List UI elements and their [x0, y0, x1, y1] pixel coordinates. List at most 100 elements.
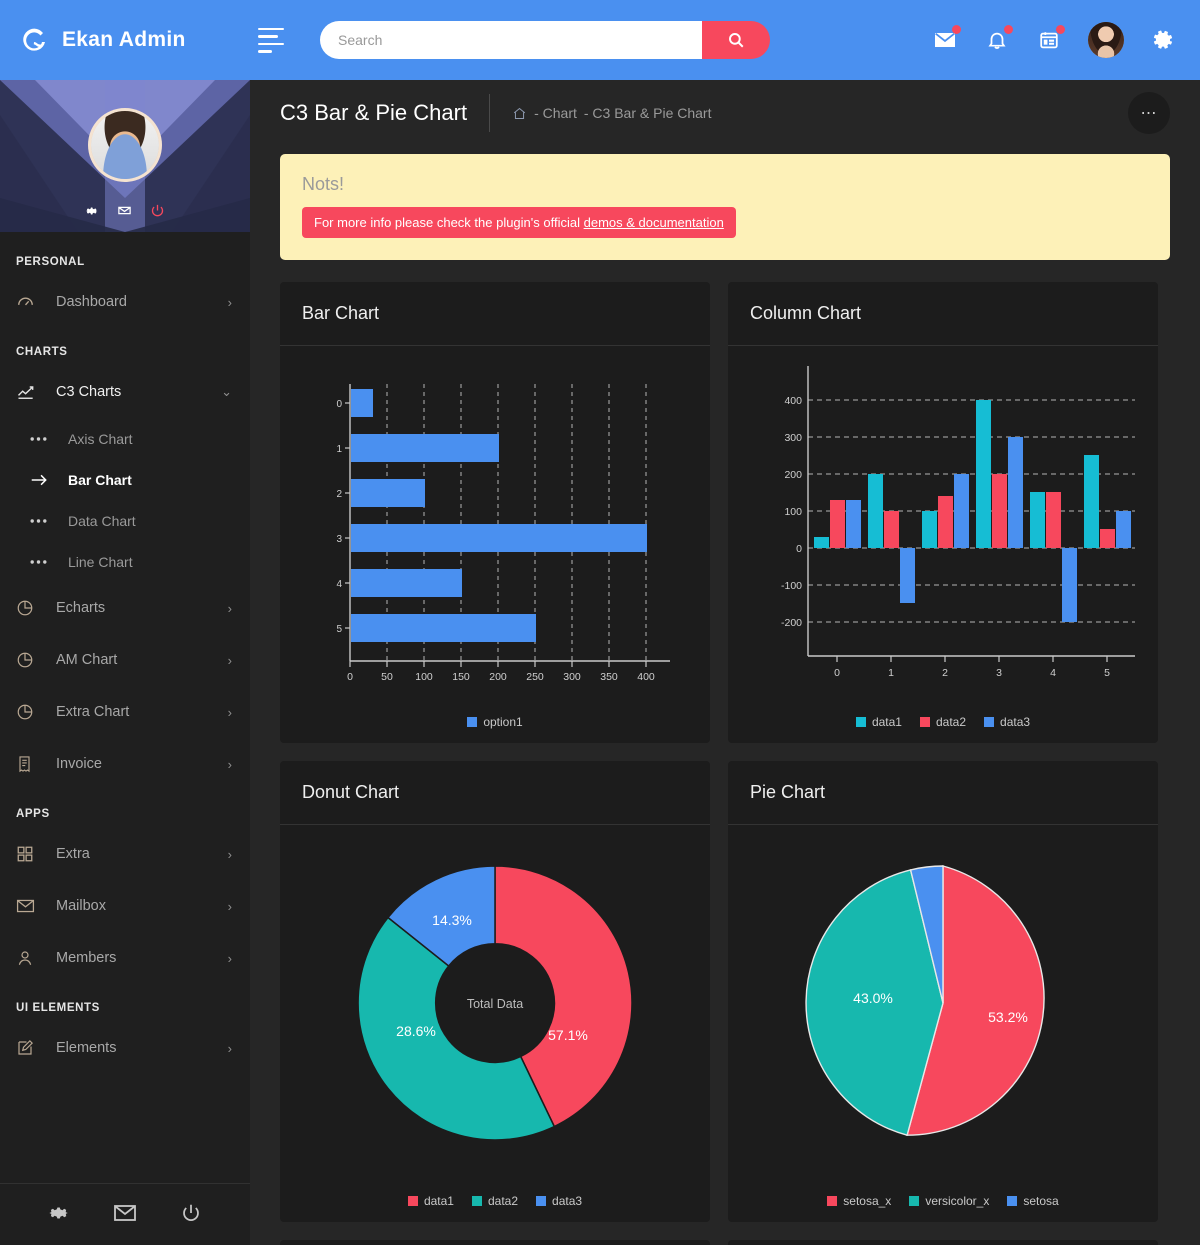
power-icon[interactable]	[180, 1202, 202, 1227]
sidebar-subitem-label: Line Chart	[68, 553, 133, 570]
gear-icon[interactable]	[48, 1202, 70, 1227]
pie-percent-setosa-x: 53.2%	[988, 1009, 1028, 1025]
home-icon[interactable]	[512, 106, 527, 121]
svg-text:200: 200	[784, 469, 802, 481]
dots-icon	[30, 559, 56, 565]
sidebar-item-dashboard[interactable]: Dashboard ›	[0, 276, 250, 328]
sidebar-item-label: Invoice	[56, 756, 102, 772]
sidebar-subitem-bar-chart[interactable]: Bar Chart	[0, 459, 250, 500]
pie-chart-legend: setosa_x versicolor_x setosa	[740, 1194, 1146, 1208]
svg-text:50: 50	[381, 671, 393, 683]
alert-title: Nots!	[302, 174, 345, 194]
legend-item-versicolor-x[interactable]: versicolor_x	[909, 1194, 989, 1208]
search-button[interactable]	[702, 21, 770, 59]
profile-avatar[interactable]	[88, 108, 162, 182]
sidebar-item-extra[interactable]: Extra ›	[0, 828, 250, 880]
sidebar-subitem-label: Axis Chart	[68, 430, 133, 447]
svg-text:0: 0	[796, 543, 802, 555]
svg-text:-200: -200	[781, 617, 802, 629]
legend-swatch	[984, 717, 995, 727]
legend-label: data1	[423, 1194, 454, 1208]
pie-chart-svg[interactable]: 53.2% 43.0%	[740, 835, 1146, 1187]
svg-text:250: 250	[526, 671, 544, 683]
top-header-bar: Ekan Admin	[0, 0, 1200, 80]
gear-icon[interactable]	[1150, 27, 1176, 53]
legend-label: setosa_x	[843, 1194, 892, 1208]
svg-text:3: 3	[996, 667, 1002, 679]
sidebar-item-echarts[interactable]: Echarts ›	[0, 582, 250, 634]
pie-icon	[16, 703, 42, 721]
donut-center-label: Total Data	[467, 997, 523, 1011]
search-bar[interactable]	[320, 21, 770, 59]
card-next-row-right	[728, 1240, 1158, 1245]
sidebar-item-c3-charts[interactable]: C3 Charts ⌄	[0, 366, 250, 418]
card-title: Column Chart	[728, 282, 1158, 346]
mail-icon[interactable]	[932, 25, 961, 53]
legend-swatch	[467, 717, 478, 727]
svg-text:300: 300	[563, 671, 581, 683]
sidebar-item-members[interactable]: Members ›	[0, 932, 250, 984]
mail-icon[interactable]	[117, 203, 132, 218]
svg-text:3: 3	[336, 534, 342, 545]
documentation-link[interactable]: demos & documentation	[584, 215, 724, 230]
sidebar-item-extra-chart[interactable]: Extra Chart ›	[0, 686, 250, 738]
legend-item-data3[interactable]: data3	[984, 715, 1030, 729]
sidebar-item-label: Dashboard	[56, 294, 127, 310]
legend-item-data1[interactable]: data1	[855, 715, 902, 729]
sidebar-subitem-axis-chart[interactable]: Axis Chart	[0, 418, 250, 459]
legend-label: setosa	[1023, 1194, 1059, 1208]
legend-item-data2[interactable]: data2	[471, 1194, 518, 1208]
legend-item-setosa-x[interactable]: setosa_x	[827, 1194, 891, 1208]
sidebar-subitem-line-chart[interactable]: Line Chart	[0, 541, 250, 582]
search-input[interactable]	[320, 21, 702, 59]
trend-icon	[16, 382, 42, 402]
donut-chart-svg[interactable]: Total Data 57.1% 28.6% 14.3%	[292, 835, 698, 1187]
svg-text:2: 2	[336, 489, 342, 500]
sidebar-item-mailbox[interactable]: Mailbox ›	[0, 880, 250, 932]
hamburger-icon[interactable]	[258, 25, 292, 55]
legend-item-data3[interactable]: data3	[536, 1194, 582, 1208]
chevron-right-icon: ›	[227, 652, 232, 668]
more-options-button[interactable]: ⋯	[1128, 92, 1170, 134]
sidebar-subitem-data-chart[interactable]: Data Chart	[0, 500, 250, 541]
breadcrumb-item-chart[interactable]: - Chart	[534, 105, 577, 121]
legend-label: option1	[483, 715, 523, 729]
bell-icon[interactable]	[984, 25, 1013, 53]
svg-text:4: 4	[336, 579, 342, 590]
legend-item-option1[interactable]: option1	[467, 715, 523, 729]
legend-swatch	[1007, 1196, 1018, 1206]
svg-text:4: 4	[1050, 667, 1056, 679]
sidebar-item-invoice[interactable]: Invoice ›	[0, 738, 250, 790]
nav-section-personal: PERSONAL	[16, 256, 85, 268]
alert-message-text: For more info please check the plugin's …	[314, 215, 584, 230]
dashboard-icon	[16, 293, 42, 312]
power-icon[interactable]	[150, 203, 165, 218]
legend-item-data1[interactable]: data1	[407, 1194, 454, 1208]
card-body: Total Data 57.1% 28.6% 14.3% data1 data2	[280, 825, 710, 1222]
sidebar-profile	[0, 80, 250, 232]
svg-text:200: 200	[489, 671, 507, 683]
mail-icon[interactable]	[113, 1203, 137, 1226]
svg-text:1: 1	[888, 667, 894, 679]
sidebar-item-label: C3 Charts	[56, 384, 122, 400]
charts-grid: Bar Chart 0 1 2 3 4 5 0 50 100 150 200 2…	[250, 260, 1200, 1245]
user-avatar[interactable]	[1088, 22, 1124, 58]
dots-icon	[30, 436, 56, 442]
apps-widget-icon[interactable]	[1036, 25, 1065, 53]
nav-section-charts: CHARTS	[16, 346, 68, 358]
page-header: C3 Bar & Pie Chart - Chart - C3 Bar & Pi…	[250, 80, 1200, 146]
legend-item-setosa[interactable]: setosa	[1007, 1194, 1059, 1208]
legend-swatch	[536, 1196, 547, 1206]
sidebar-subitem-label: Bar Chart	[68, 471, 132, 488]
legend-item-data2[interactable]: data2	[919, 715, 966, 729]
breadcrumb-item-current[interactable]: - C3 Bar & Pie Chart	[584, 105, 712, 121]
bar-chart-svg[interactable]: 012 345 0 50 100 150 200 250 300 350 400	[292, 356, 698, 708]
column-chart-svg[interactable]: 400300200 1000 -100-200 0 1 2 3 4 5	[740, 356, 1146, 708]
sidebar-item-elements[interactable]: Elements ›	[0, 1022, 250, 1074]
alert-message: For more info please check the plugin's …	[302, 207, 736, 238]
card-bar-chart: Bar Chart 0 1 2 3 4 5 0 50 100 150 200 2…	[280, 282, 710, 743]
gear-icon[interactable]	[85, 203, 99, 218]
divider	[489, 94, 491, 132]
brand-area[interactable]: Ekan Admin	[0, 23, 250, 57]
sidebar-item-am-chart[interactable]: AM Chart ›	[0, 634, 250, 686]
